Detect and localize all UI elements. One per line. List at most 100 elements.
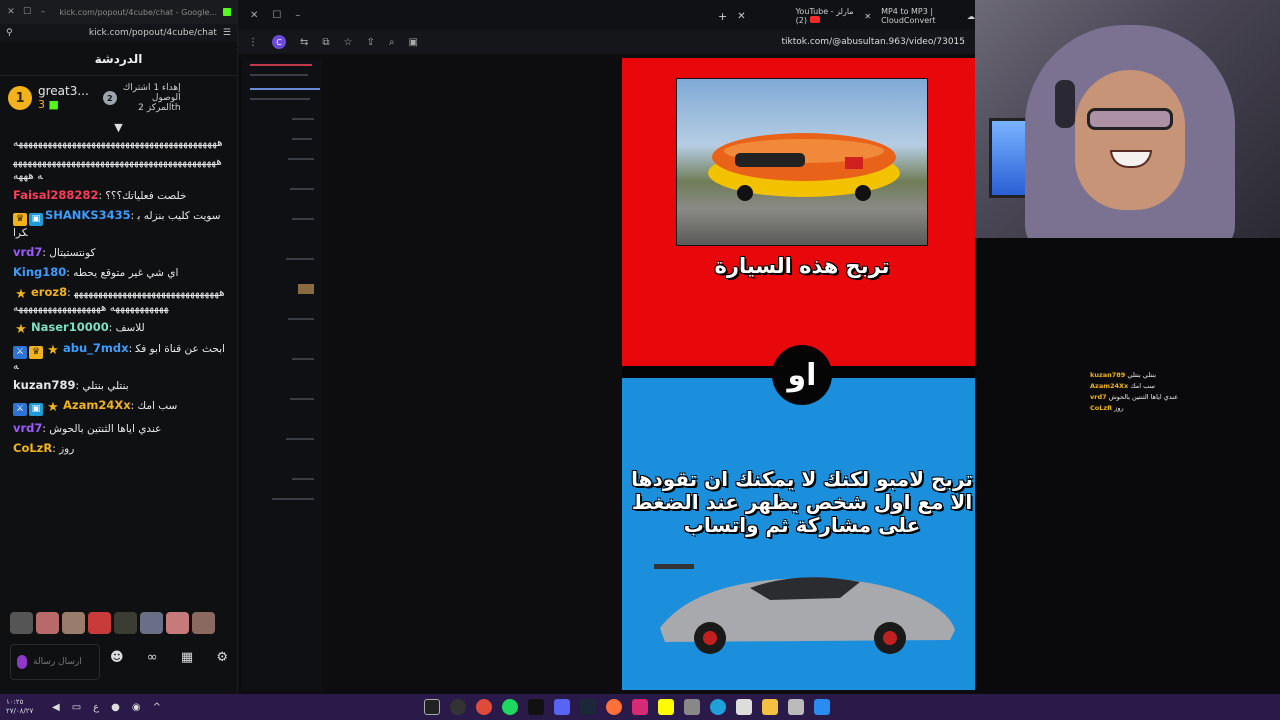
new-tab-icon[interactable]: + <box>718 10 727 23</box>
share-icon[interactable]: ⇪ <box>367 37 375 48</box>
windows-taskbar: ١٠:٢٥ ٢٧/٠٨/٢٧ ◀ ▭ ع ● ◉ ^ <box>0 694 1280 720</box>
bookmark-star-icon[interactable]: ☆ <box>344 37 353 48</box>
chat-username[interactable]: Naser10000 <box>31 320 109 334</box>
mic-icon[interactable]: ● <box>111 702 120 713</box>
chat-username[interactable]: vrd7 <box>13 245 42 259</box>
chat-input-placeholder: ارسال رسالة <box>33 657 82 667</box>
or-badge: او <box>772 345 832 405</box>
zoom-icon[interactable]: ⌕ <box>389 37 395 48</box>
store-icon[interactable]: ▦ <box>181 650 193 665</box>
collapse-chevron-icon[interactable]: ▼ <box>0 120 237 134</box>
window-icon[interactable] <box>788 699 804 715</box>
network-icon[interactable]: ◉ <box>132 702 141 713</box>
display-icon[interactable]: ▭ <box>72 702 81 713</box>
close-window-icon[interactable]: ✕ <box>250 10 258 21</box>
emote[interactable] <box>166 612 189 634</box>
mail-icon[interactable] <box>684 699 700 715</box>
snapchat-icon[interactable] <box>658 699 674 715</box>
streamer-face <box>1075 70 1185 210</box>
headphones <box>1055 80 1075 128</box>
menu-dots-icon[interactable]: ⋮ <box>248 37 258 48</box>
emote[interactable] <box>140 612 163 634</box>
volume-icon[interactable]: ◀ <box>52 702 60 713</box>
chat-input[interactable]: ارسال رسالة <box>10 644 100 680</box>
discord-icon[interactable] <box>554 699 570 715</box>
chrome-icon[interactable] <box>476 699 492 715</box>
close-window-icon[interactable]: ✕ <box>6 7 16 17</box>
overlay-chat-line: Azam24Xx سب امك <box>1090 381 1210 392</box>
chat-username[interactable]: SHANKS3435 <box>45 208 131 222</box>
close-tab-icon[interactable]: ✕ <box>737 11 745 22</box>
capcut-icon[interactable] <box>424 699 440 715</box>
overlay-chat-line: vrd7 عندي اياها الثنتين بالحوش <box>1090 392 1210 403</box>
maximize-window-icon[interactable]: ☐ <box>272 10 281 21</box>
chat-username[interactable]: Faisal288282 <box>13 188 98 202</box>
emote[interactable] <box>114 612 137 634</box>
kick-logo-icon <box>223 8 231 16</box>
chat-message: CoLzR: روز <box>13 441 75 455</box>
emote[interactable] <box>88 612 111 634</box>
chat-text: روز <box>59 443 75 455</box>
terminal-icon[interactable] <box>528 699 544 715</box>
chat-username[interactable]: vrd7 <box>13 421 42 435</box>
subscriber-badge-icon: ▣ <box>29 403 43 416</box>
chat-message: King180: اي شي غير متوقع يحطه <box>13 265 179 279</box>
chat-username[interactable]: abu_7mdx <box>63 341 129 355</box>
settings-gear-icon[interactable]: ⚙ <box>216 650 228 665</box>
option-2-text: تربح لامبو لكنك لا يمكنك ان تقودها الا م… <box>631 467 973 537</box>
overlay-text: روز <box>1114 404 1124 412</box>
chat-username[interactable]: CoLzR <box>13 441 52 455</box>
translate-icon[interactable]: ⇆ <box>300 37 308 48</box>
infinity-icon[interactable]: ∞ <box>147 650 158 665</box>
language-indicator[interactable]: ع <box>93 702 99 713</box>
minimize-window-icon[interactable]: – <box>295 10 300 21</box>
maximize-window-icon[interactable]: ☐ <box>22 7 32 17</box>
pinned-username: great3... <box>38 84 89 98</box>
emote[interactable] <box>62 612 85 634</box>
site-info-icon[interactable]: ⚲ <box>6 28 13 38</box>
profile-avatar[interactable]: C <box>272 35 286 49</box>
more-options-icon[interactable]: ☰ <box>223 28 231 38</box>
webcam-feed <box>975 0 1280 238</box>
moderator-badge-icon: ⚔ <box>13 403 27 416</box>
start-icon[interactable] <box>814 699 830 715</box>
folder-icon[interactable] <box>762 699 778 715</box>
chevron-up-icon[interactable]: ^ <box>153 702 161 713</box>
emote[interactable] <box>192 612 215 634</box>
firefox-icon[interactable] <box>606 699 622 715</box>
chat-message: هههههههههههههههههههههههههههههههههههههههه… <box>13 155 225 183</box>
clapper-icon[interactable] <box>736 699 752 715</box>
pinned-user[interactable]: great3... 3 ■ <box>38 84 89 112</box>
chat-username[interactable]: kuzan789 <box>13 378 75 392</box>
emote[interactable] <box>36 612 59 634</box>
chat-url-bar[interactable]: ⚲ kick.com/popout/4cube/chat ☰ <box>0 24 237 42</box>
emote[interactable] <box>10 612 33 634</box>
star-badge-icon: ★ <box>47 400 59 415</box>
tiktok-video[interactable]: تربح هذه السيارة او تربح لامبو لكنك لا ي… <box>622 58 982 690</box>
subscriber-badge-icon: ▣ <box>29 213 43 226</box>
microphone-icon[interactable] <box>17 655 27 669</box>
chat-username[interactable]: King180 <box>13 265 66 279</box>
overlay-username: CoLzR <box>1090 404 1113 412</box>
emoji-icon[interactable]: ☻ <box>110 650 124 665</box>
obs-icon[interactable] <box>450 699 466 715</box>
address-bar[interactable]: tiktok.com/@abusultan.963/video/73015 <box>782 37 966 47</box>
chat-text: سب امك <box>137 400 178 412</box>
system-clock[interactable]: ١٠:٢٥ ٢٧/٠٨/٢٧ <box>6 698 46 716</box>
install-app-icon[interactable]: ▣ <box>409 37 418 48</box>
extensions-icon[interactable]: ⧉ <box>322 37 329 48</box>
star-badge-icon: ★ <box>15 322 27 337</box>
tab-youtube[interactable]: YouTube - مارلز (2) <box>796 7 855 25</box>
edge-icon[interactable] <box>710 699 726 715</box>
spotify-icon[interactable] <box>502 699 518 715</box>
chat-username[interactable]: eroz8 <box>31 285 67 299</box>
steam-icon[interactable] <box>580 699 596 715</box>
chat-url[interactable]: kick.com/popout/4cube/chat <box>13 28 223 38</box>
overlay-username: vrd7 <box>1090 393 1107 401</box>
minimize-window-icon[interactable]: – <box>38 7 48 17</box>
instagram-icon[interactable] <box>632 699 648 715</box>
star-badge-icon: ★ <box>47 343 59 358</box>
chat-username[interactable]: Azam24Xx <box>63 398 131 412</box>
tab-cloudconvert[interactable]: MP4 to MP3 | CloudConvert <box>881 7 957 25</box>
close-tab-icon[interactable]: ✕ <box>864 12 871 21</box>
